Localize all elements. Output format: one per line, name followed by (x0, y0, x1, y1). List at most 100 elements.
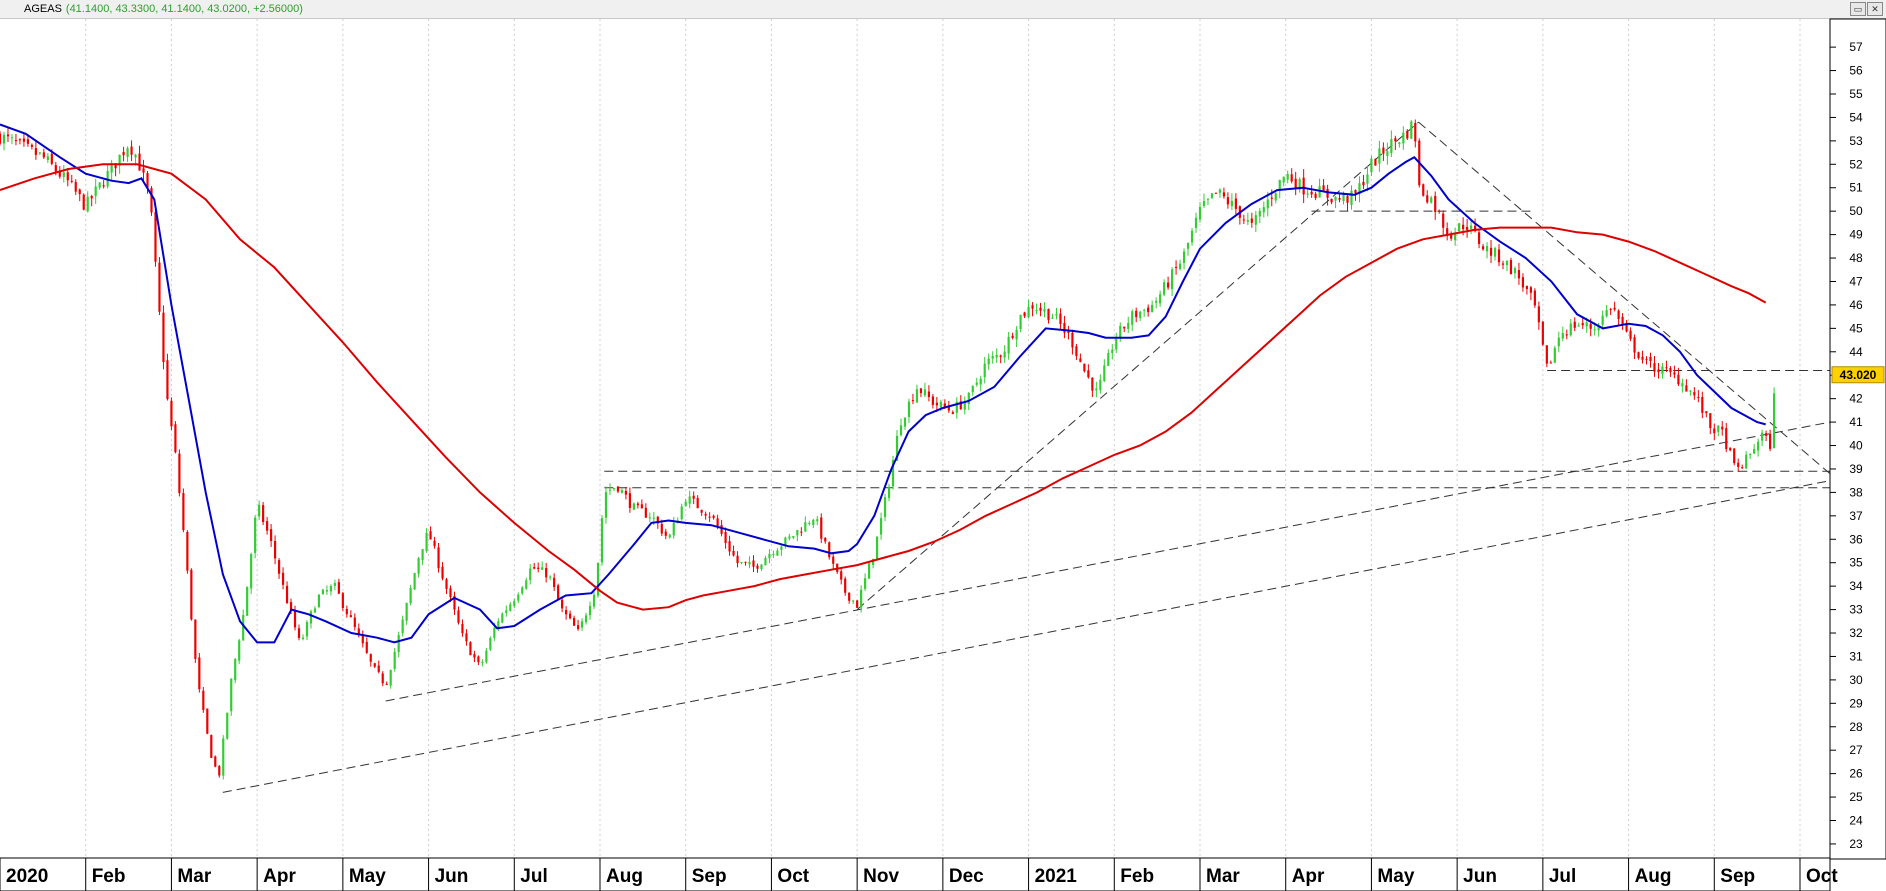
candle-body (696, 498, 699, 509)
candle-body (1505, 260, 1509, 266)
candle-body (1725, 428, 1728, 450)
candle-body (1553, 347, 1556, 363)
candle-body (967, 392, 970, 405)
candle-body (1394, 138, 1397, 142)
candle-body (907, 401, 911, 418)
candle-body (445, 579, 448, 589)
candle-body (1721, 426, 1724, 430)
candle-body (22, 138, 26, 142)
candle-body (1334, 196, 1337, 201)
candle-body (461, 623, 464, 634)
y-tick-label: 41 (1849, 415, 1863, 429)
candle-body (1290, 174, 1293, 182)
candle-body (1242, 219, 1245, 221)
candle-body (369, 654, 372, 662)
candle-body (1310, 191, 1313, 195)
x-tick-label: Mar (1206, 866, 1240, 887)
candle-body (1151, 304, 1154, 313)
candle-body (1286, 174, 1289, 180)
candle-body (828, 542, 831, 558)
candle-body (1202, 201, 1206, 206)
candle-body (1159, 294, 1162, 304)
candle-body (1613, 307, 1616, 310)
candle-body (1398, 142, 1401, 145)
candle-body (1011, 335, 1014, 339)
x-tick-label: Dec (949, 866, 984, 887)
y-tick-label: 49 (1849, 228, 1863, 242)
candle-body (254, 517, 257, 553)
candle-body (1055, 313, 1058, 316)
candle-body (501, 613, 504, 623)
candle-body (142, 168, 145, 173)
candle-body (824, 537, 827, 542)
candle-body (222, 738, 225, 776)
candle-body (1226, 197, 1230, 205)
candle-body (1390, 139, 1393, 154)
y-tick-label: 27 (1849, 743, 1863, 757)
candle-body (1178, 263, 1182, 269)
candle-body (919, 388, 923, 394)
candle-body (1270, 197, 1273, 199)
candle-body (545, 568, 548, 578)
candle-body (126, 148, 129, 157)
candle-body (82, 194, 85, 210)
x-tick-label: 2020 (6, 866, 48, 887)
candle-body (1533, 290, 1536, 306)
candle-body (1649, 356, 1652, 362)
candle-body (1306, 193, 1309, 195)
candle-body (1194, 217, 1198, 228)
candle-body (600, 518, 604, 563)
candle-body (425, 532, 428, 551)
candle-body (421, 549, 424, 560)
candle-body (868, 563, 871, 579)
candle-body (489, 638, 492, 650)
candle-body (1772, 393, 1776, 448)
candle-body (493, 627, 496, 638)
candle-body (1115, 338, 1118, 350)
candle-body (1354, 190, 1357, 193)
candle-body (1402, 132, 1405, 144)
candle-body (840, 571, 843, 580)
candle-body (979, 378, 982, 385)
candle-body (230, 678, 233, 712)
candle-body (1761, 432, 1764, 441)
candle-body (1633, 337, 1636, 353)
candle-body (796, 530, 799, 536)
candle-body (226, 712, 229, 739)
candle-body (1027, 306, 1030, 318)
candle-body (154, 212, 157, 262)
x-tick-label: Jul (520, 866, 547, 887)
candle-body (266, 521, 269, 531)
candle-body (804, 522, 807, 532)
candle-body (1338, 198, 1341, 200)
candle-body (1693, 392, 1696, 396)
candle-body (321, 589, 325, 595)
y-tick-label: 51 (1849, 181, 1863, 195)
candle-body (852, 600, 855, 602)
candle-body (1095, 388, 1098, 391)
candle-body (178, 453, 181, 494)
candle-body (1497, 249, 1501, 263)
candle-body (1585, 322, 1588, 327)
candle-body (1087, 370, 1090, 378)
candle-body (1079, 358, 1082, 362)
candle-body (1210, 193, 1214, 198)
candle-body (521, 587, 524, 594)
candle-body (923, 389, 927, 396)
candle-body (1174, 266, 1178, 268)
candle-body (644, 507, 647, 518)
candle-body (1477, 232, 1481, 244)
candle-body (752, 560, 755, 567)
candle-body (1637, 352, 1640, 359)
candle-body (353, 617, 356, 627)
moving-average-short (0, 123, 1766, 644)
candle-body (1143, 309, 1146, 311)
x-tick-label: Jun (435, 866, 469, 887)
y-tick-label: 46 (1849, 298, 1863, 312)
x-tick-label: Sep (692, 866, 727, 887)
candle-body (576, 625, 580, 630)
candle-body (397, 634, 400, 653)
candle-body (1342, 194, 1345, 201)
candle-body (820, 517, 823, 539)
candle-body (1350, 190, 1353, 205)
